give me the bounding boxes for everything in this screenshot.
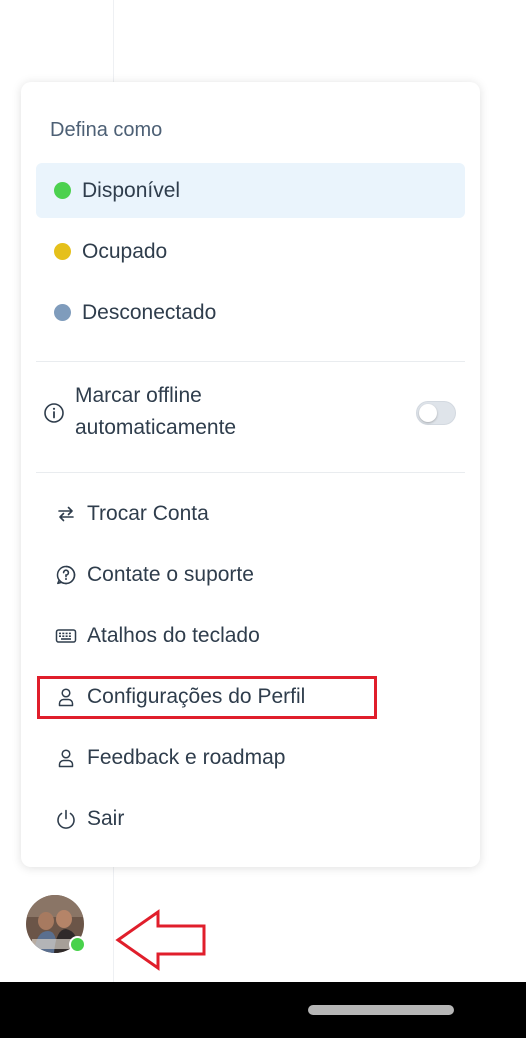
info-icon — [44, 403, 64, 423]
profile-status-menu: Defina como Disponível Ocupado Desconect… — [21, 82, 480, 867]
keyboard-icon — [55, 625, 77, 647]
offline-status-dot-icon — [54, 304, 71, 321]
annotation-highlight-box — [37, 676, 377, 719]
action-label: Contate o suporte — [87, 563, 254, 586]
help-circle-icon — [55, 564, 77, 586]
switch-account-item[interactable]: Trocar Conta — [55, 494, 209, 534]
action-label: Feedback e roadmap — [87, 746, 286, 769]
power-icon — [55, 808, 77, 830]
auto-offline-label: Marcar offline automaticamente — [75, 384, 237, 439]
action-label: Atalhos do teclado — [87, 624, 260, 647]
menu-heading: Defina como — [50, 119, 163, 141]
busy-status-dot-icon — [54, 243, 71, 260]
menu-divider — [36, 472, 465, 473]
auto-offline-toggle[interactable] — [416, 401, 456, 425]
available-status-dot-icon — [54, 182, 71, 199]
status-option-label: Disponível — [82, 178, 181, 202]
toggle-knob — [419, 404, 437, 422]
logout-item[interactable]: Sair — [55, 799, 124, 839]
status-option-available[interactable]: Disponível — [36, 163, 465, 218]
user-icon — [55, 747, 77, 769]
annotation-arrow-icon — [115, 909, 206, 971]
status-option-busy[interactable]: Ocupado — [36, 224, 465, 279]
swap-icon — [55, 503, 77, 525]
feedback-roadmap-item[interactable]: Feedback e roadmap — [55, 738, 285, 778]
auto-offline-setting: Marcar offline automaticamente — [43, 380, 463, 446]
contact-support-item[interactable]: Contate o suporte — [55, 555, 254, 595]
menu-divider — [36, 361, 465, 362]
action-label: Trocar Conta — [87, 502, 209, 525]
action-label: Sair — [87, 807, 125, 830]
status-option-offline[interactable]: Desconectado — [36, 285, 465, 340]
keyboard-shortcuts-item[interactable]: Atalhos do teclado — [55, 616, 260, 656]
status-option-label: Desconectado — [82, 300, 217, 324]
status-option-label: Ocupado — [82, 239, 168, 263]
home-indicator[interactable] — [308, 1005, 454, 1015]
online-presence-dot-icon — [69, 936, 86, 953]
